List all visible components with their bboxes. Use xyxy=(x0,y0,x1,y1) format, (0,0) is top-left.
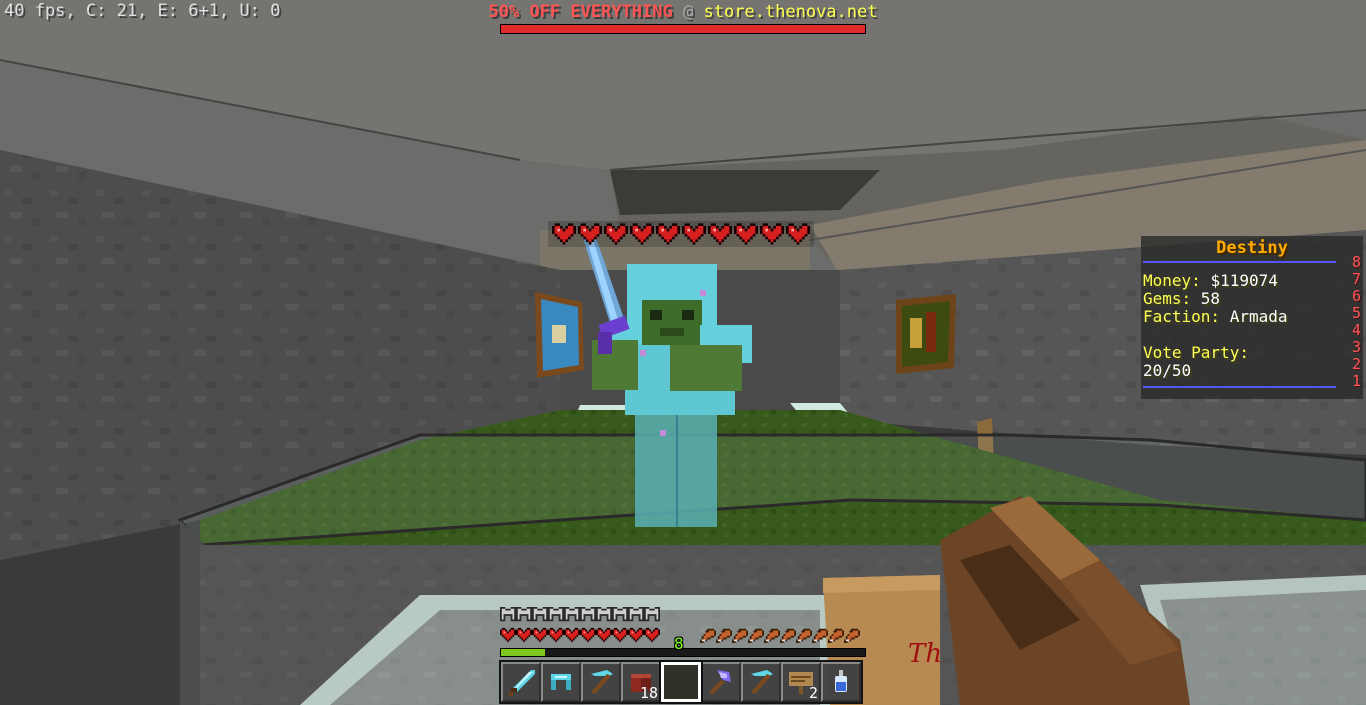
heart-icon xyxy=(760,223,784,245)
heart-icon xyxy=(708,223,732,245)
heart-icon xyxy=(564,627,580,643)
heart-icon xyxy=(552,223,576,245)
scoreboard-score: 3 xyxy=(1351,338,1361,356)
armor-icon xyxy=(500,607,516,622)
hunger-drumstick-icon xyxy=(828,628,844,643)
hotbar[interactable]: 18 2 xyxy=(499,660,863,704)
heart-icon xyxy=(532,627,548,643)
heart-icon xyxy=(628,627,644,643)
potion-bottle-icon xyxy=(835,670,847,692)
item-count: 18 xyxy=(639,684,658,702)
diamond-helmet-icon xyxy=(551,674,571,690)
scoreboard-score: 7 xyxy=(1351,270,1361,288)
heart-icon xyxy=(580,627,596,643)
hunger-drumstick-icon xyxy=(748,628,764,643)
armor-icon xyxy=(644,607,660,622)
hotbar-slot[interactable] xyxy=(501,662,541,702)
heart-icon xyxy=(548,627,564,643)
heart-icon xyxy=(786,223,810,245)
hunger-bar xyxy=(700,627,860,643)
scoreboard-line-faction: Faction: Armada xyxy=(1143,307,1288,326)
hotbar-slot[interactable] xyxy=(741,662,781,702)
item-count: 2 xyxy=(808,684,818,702)
heart-icon xyxy=(578,223,602,245)
hunger-drumstick-icon xyxy=(844,628,860,643)
bossbar-promo-text: 50% OFF EVERYTHING xyxy=(488,2,673,22)
painting-right xyxy=(896,294,956,374)
armor-icon xyxy=(548,607,564,622)
experience-level: 8 xyxy=(674,634,684,653)
hunger-drumstick-icon xyxy=(764,628,780,643)
hotbar-slot-selected[interactable] xyxy=(659,660,703,704)
scoreboard-score: 4 xyxy=(1351,321,1361,339)
armor-icon xyxy=(628,607,644,622)
scoreboard-title: Destiny xyxy=(1216,238,1288,258)
scoreboard-score: 2 xyxy=(1351,355,1361,373)
scoreboard-score: 6 xyxy=(1351,287,1361,305)
scoreboard-line-money: Money: $119074 xyxy=(1143,271,1278,290)
armor-icon xyxy=(516,607,532,622)
heart-icon xyxy=(500,627,516,643)
hunger-drumstick-icon xyxy=(812,628,828,643)
heart-icon xyxy=(604,223,628,245)
hunger-drumstick-icon xyxy=(732,628,748,643)
svg-text:Th: Th xyxy=(908,639,942,669)
heart-icon xyxy=(644,627,660,643)
scoreboard-line-vote-party: Vote Party: xyxy=(1143,343,1249,362)
armor-bar xyxy=(500,607,660,623)
experience-bar-fill xyxy=(501,649,545,656)
armor-icon xyxy=(532,607,548,622)
bossbar-separator: @ xyxy=(682,2,694,22)
hunger-drumstick-icon xyxy=(700,628,716,643)
heart-icon xyxy=(682,223,706,245)
hotbar-slot[interactable] xyxy=(581,662,621,702)
armor-icon xyxy=(612,607,628,622)
enchanted-diamond-axe-icon xyxy=(709,670,731,694)
hotbar-slot[interactable]: 18 xyxy=(621,662,661,702)
mob-health-hearts xyxy=(548,221,814,247)
scoreboard-line-vote-progress: 20/50 xyxy=(1143,361,1192,380)
scoreboard-score: 8 xyxy=(1351,253,1361,271)
bossbar-store-link: store.thenova.net xyxy=(703,2,878,22)
hotbar-slot[interactable]: 2 xyxy=(781,662,821,702)
painting-left xyxy=(535,292,584,378)
heart-icon xyxy=(596,627,612,643)
heart-icon xyxy=(612,627,628,643)
heart-icon xyxy=(630,223,654,245)
diamond-pickaxe-icon xyxy=(591,670,613,694)
heart-icon xyxy=(734,223,758,245)
scoreboard-score: 1 xyxy=(1351,372,1361,390)
heart-icon xyxy=(656,223,680,245)
heart-icon xyxy=(516,627,532,643)
scoreboard-divider-top xyxy=(1143,261,1336,263)
health-bar xyxy=(500,627,660,643)
bossbar-title: 50% OFF EVERYTHING @ store.thenova.net xyxy=(0,3,1366,21)
armor-icon xyxy=(596,607,612,622)
armor-icon xyxy=(580,607,596,622)
bossbar xyxy=(500,24,866,34)
hotbar-slot[interactable] xyxy=(701,662,741,702)
hunger-drumstick-icon xyxy=(716,628,732,643)
hotbar-slot[interactable] xyxy=(821,662,861,702)
scoreboard-divider-bottom xyxy=(1143,386,1336,388)
hunger-drumstick-icon xyxy=(780,628,796,643)
diamond-pickaxe-icon xyxy=(751,670,773,694)
bossbar-fill xyxy=(501,25,865,33)
armor-icon xyxy=(564,607,580,622)
hotbar-slot[interactable] xyxy=(541,662,581,702)
hunger-drumstick-icon xyxy=(796,628,812,643)
scoreboard-score: 5 xyxy=(1351,304,1361,322)
scoreboard-sidebar: Destiny Money: $119074 Gems: 58 Faction:… xyxy=(1141,236,1363,399)
diamond-sword-icon xyxy=(509,670,535,696)
scoreboard-line-gems: Gems: 58 xyxy=(1143,289,1221,308)
